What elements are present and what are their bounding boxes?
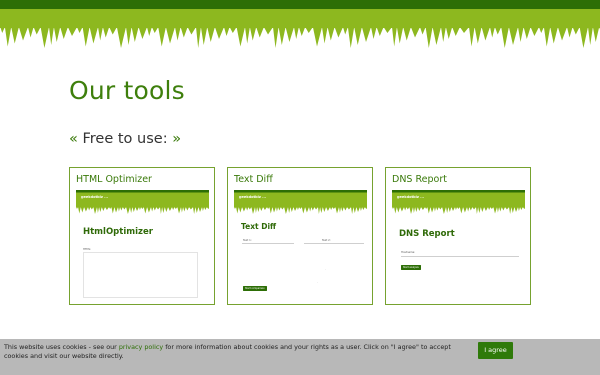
cookie-message: This website uses cookies - see our priv… [4,343,469,361]
thumb-field-label: Hostname: [401,251,416,254]
thumb-grass-header [76,190,209,214]
thumb-marker: · [317,281,318,284]
section-suffix: » [167,131,182,147]
thumb-logo: geekdotbiz ... [81,195,109,199]
thumb-grass-header [234,190,367,214]
thumb-input [401,256,519,257]
thumb-field-label: HTML: [83,248,92,251]
grass-banner [0,9,600,48]
thumb-heading: HtmlOptimizer [83,227,153,237]
page-title: Our tools [69,76,185,105]
tool-thumbnail[interactable]: geekdotbiz ... Text Diff Text 1: Text 2:… [234,190,367,300]
section-heading: « Free to use: » [69,131,181,147]
tool-card-title[interactable]: Text Diff [234,174,273,185]
thumb-textarea [83,252,198,298]
agree-button[interactable]: I agree [478,342,513,359]
thumb-field-label-1: Text 1: [243,239,252,242]
thumb-logo: geekdotbiz ... [397,195,425,199]
thumb-field-label-2: Text 2: [322,239,331,242]
thumb-divider [242,243,294,244]
thumb-heading: Text Diff [241,222,277,231]
tool-card-title[interactable]: DNS Report [392,174,447,185]
cookie-text-start: This website uses cookies - see our [4,343,119,351]
tool-thumbnail[interactable]: geekdotbiz ... DNS Report Hostname: Star… [392,190,525,300]
thumb-button: Start comparison [243,286,267,291]
thumb-marker: · [325,268,326,271]
thumb-grass-header [392,190,525,214]
privacy-policy-link[interactable]: privacy policy [119,343,163,351]
thumb-button: Start analysis [401,265,421,270]
tool-card-text-diff[interactable]: Text Diff geekdotbiz ... Text Diff Text … [227,167,373,305]
thumb-heading: DNS Report [399,229,455,239]
section-prefix: « [69,131,83,147]
tool-thumbnail[interactable]: geekdotbiz ... HtmlOptimizer HTML: [76,190,209,300]
tool-card-title[interactable]: HTML Optimizer [76,174,152,185]
section-label: Free to use: [82,131,168,147]
grass-header [0,0,600,50]
thumb-logo: geekdotbiz ... [239,195,267,199]
thumb-divider [304,243,364,244]
tool-card-html-optimizer[interactable]: HTML Optimizer geekdotbiz ... HtmlOptimi… [69,167,215,305]
tool-card-dns-report[interactable]: DNS Report geekdotbiz ... DNS Report Hos… [385,167,531,305]
